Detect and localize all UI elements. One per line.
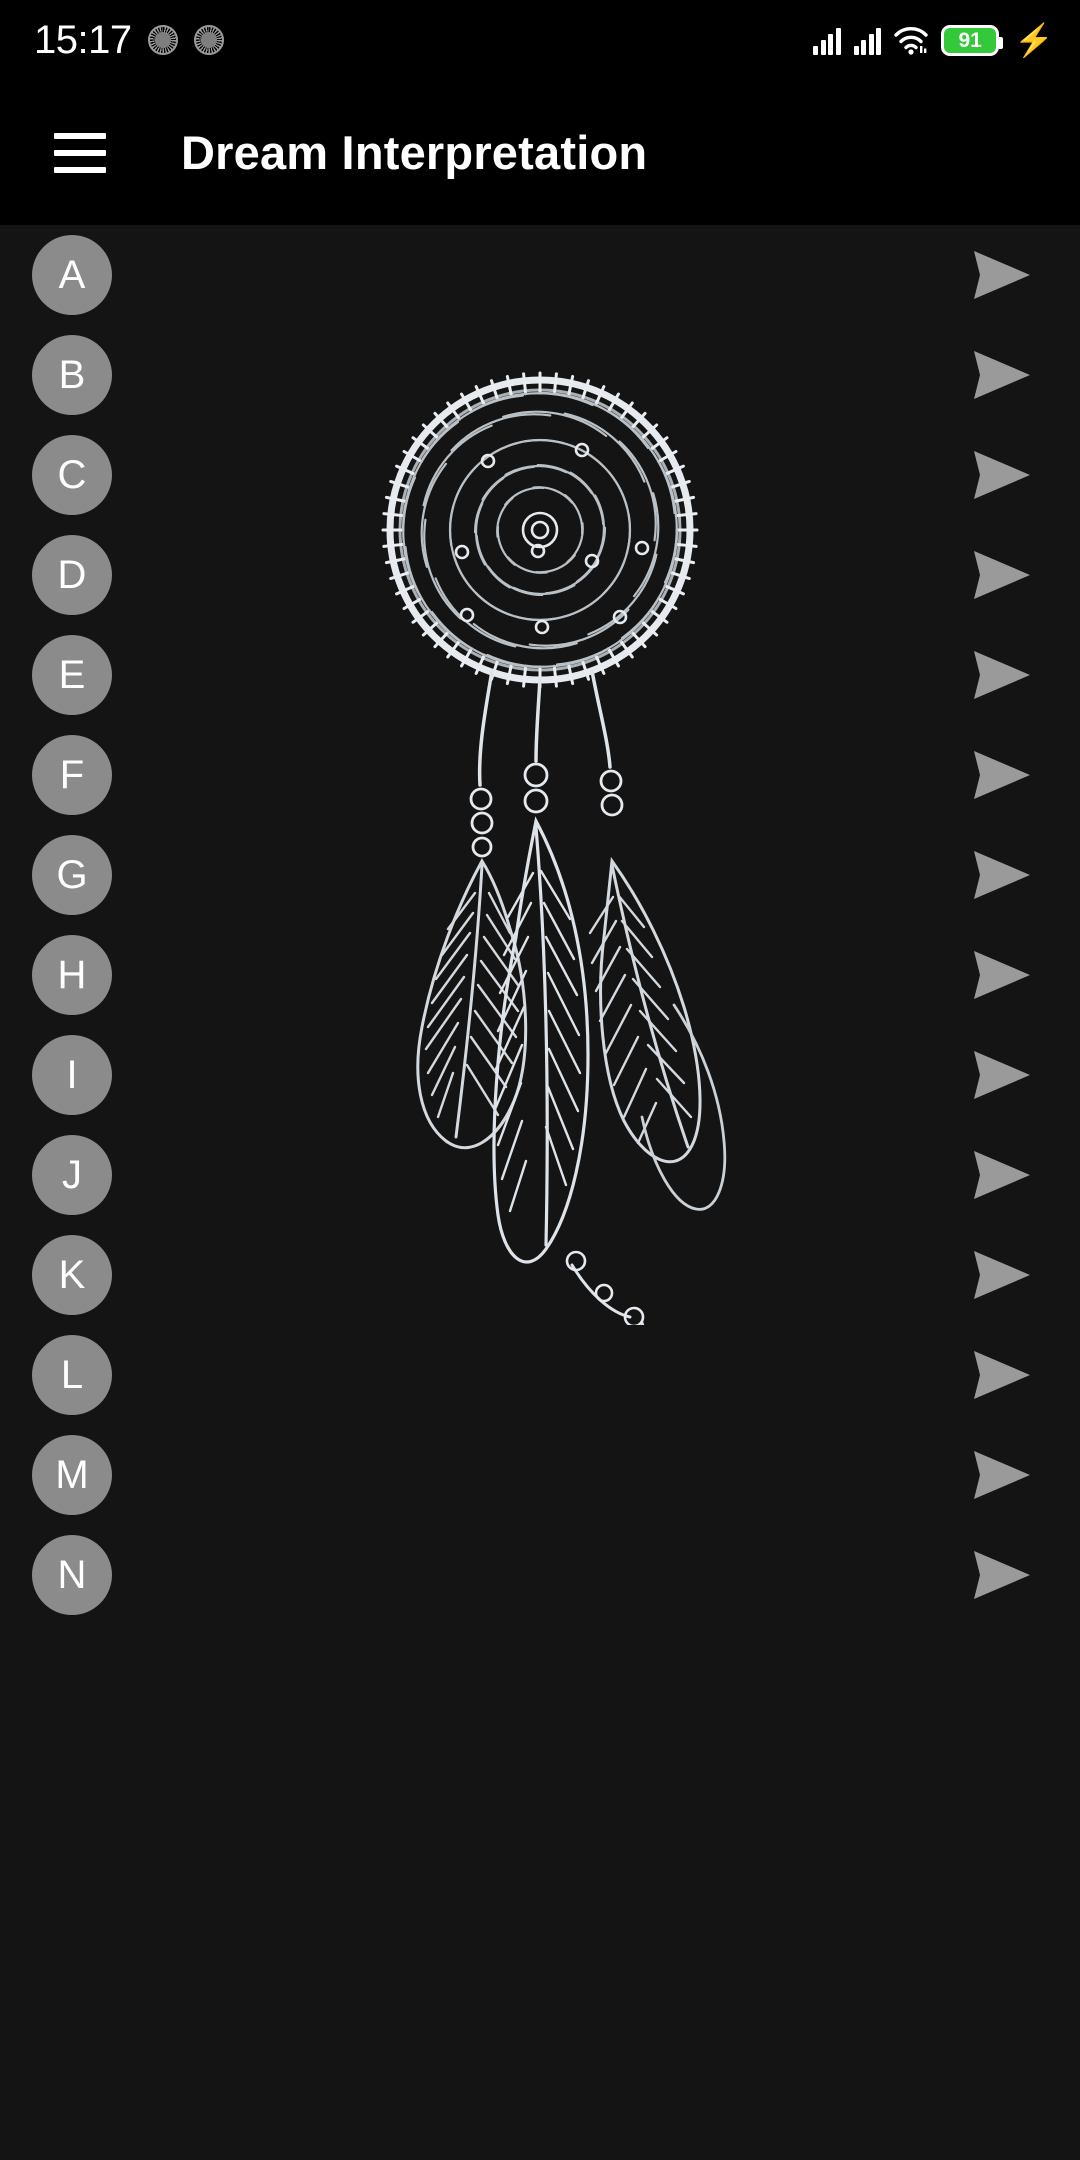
list-item[interactable]: L	[0, 1325, 1080, 1425]
send-arrow-icon[interactable]	[970, 1347, 1034, 1403]
charging-bolt-icon: ⚡	[1014, 22, 1054, 58]
list-item[interactable]: E	[0, 625, 1080, 725]
sync-circle-icon	[193, 25, 224, 55]
letter-avatar[interactable]: M	[32, 1435, 112, 1515]
list-item[interactable]: C	[0, 425, 1080, 525]
list-item[interactable]: G	[0, 825, 1080, 925]
letter-avatar[interactable]: F	[32, 735, 112, 815]
letter-avatar[interactable]: I	[32, 1035, 112, 1115]
app-root: 15:17 91 ⚡ Dream Interpretation A B C D …	[0, 0, 1080, 2160]
list-item[interactable]: M	[0, 1425, 1080, 1525]
send-arrow-icon[interactable]	[970, 1547, 1034, 1603]
status-bar-clock: 15:17	[34, 18, 132, 62]
list-item[interactable]: H	[0, 925, 1080, 1025]
list-item[interactable]: F	[0, 725, 1080, 825]
send-arrow-icon[interactable]	[970, 347, 1034, 403]
letter-avatar[interactable]: C	[32, 435, 112, 515]
battery-level-label: 91	[958, 28, 982, 52]
letter-avatar[interactable]: J	[32, 1135, 112, 1215]
letter-avatar[interactable]: K	[32, 1235, 112, 1315]
status-bar-right: 91 ⚡	[813, 24, 1054, 56]
app-bar: Dream Interpretation	[0, 80, 1080, 225]
status-bar: 15:17 91 ⚡	[0, 0, 1080, 80]
send-arrow-icon[interactable]	[970, 1047, 1034, 1103]
letter-avatar[interactable]: E	[32, 635, 112, 715]
list-item[interactable]: B	[0, 325, 1080, 425]
send-arrow-icon[interactable]	[970, 647, 1034, 703]
status-bar-left: 15:17	[34, 20, 224, 60]
send-arrow-icon[interactable]	[970, 947, 1034, 1003]
letter-avatar[interactable]: B	[32, 335, 112, 415]
send-arrow-icon[interactable]	[970, 547, 1034, 603]
page-title: Dream Interpretation	[181, 126, 648, 179]
send-arrow-icon[interactable]	[970, 1147, 1034, 1203]
wifi-icon	[894, 25, 928, 55]
list-item[interactable]: N	[0, 1525, 1080, 1625]
send-arrow-icon[interactable]	[970, 447, 1034, 503]
signal-bars-icon	[813, 25, 841, 55]
send-arrow-icon[interactable]	[970, 847, 1034, 903]
letter-avatar[interactable]: N	[32, 1535, 112, 1615]
list-item[interactable]: A	[0, 225, 1080, 325]
letter-avatar[interactable]: H	[32, 935, 112, 1015]
send-arrow-icon[interactable]	[970, 1447, 1034, 1503]
send-arrow-icon[interactable]	[970, 747, 1034, 803]
letter-avatar[interactable]: G	[32, 835, 112, 915]
letter-avatar[interactable]: D	[32, 535, 112, 615]
battery-icon: 91	[941, 24, 1004, 56]
list-item[interactable]: I	[0, 1025, 1080, 1125]
send-arrow-icon[interactable]	[970, 1247, 1034, 1303]
list-item[interactable]: K	[0, 1225, 1080, 1325]
sync-circle-icon	[147, 25, 178, 55]
letter-avatar[interactable]: A	[32, 235, 112, 315]
hamburger-menu-icon[interactable]	[36, 109, 124, 197]
signal-bars-icon	[853, 25, 882, 55]
list-item[interactable]: J	[0, 1125, 1080, 1225]
send-arrow-icon[interactable]	[970, 247, 1034, 303]
list-item[interactable]: D	[0, 525, 1080, 625]
letter-avatar[interactable]: L	[32, 1335, 112, 1415]
letter-list: A B C D E F G H I J K L M N	[0, 225, 1080, 2160]
content-area: A B C D E F G H I J K L M N	[0, 225, 1080, 2160]
